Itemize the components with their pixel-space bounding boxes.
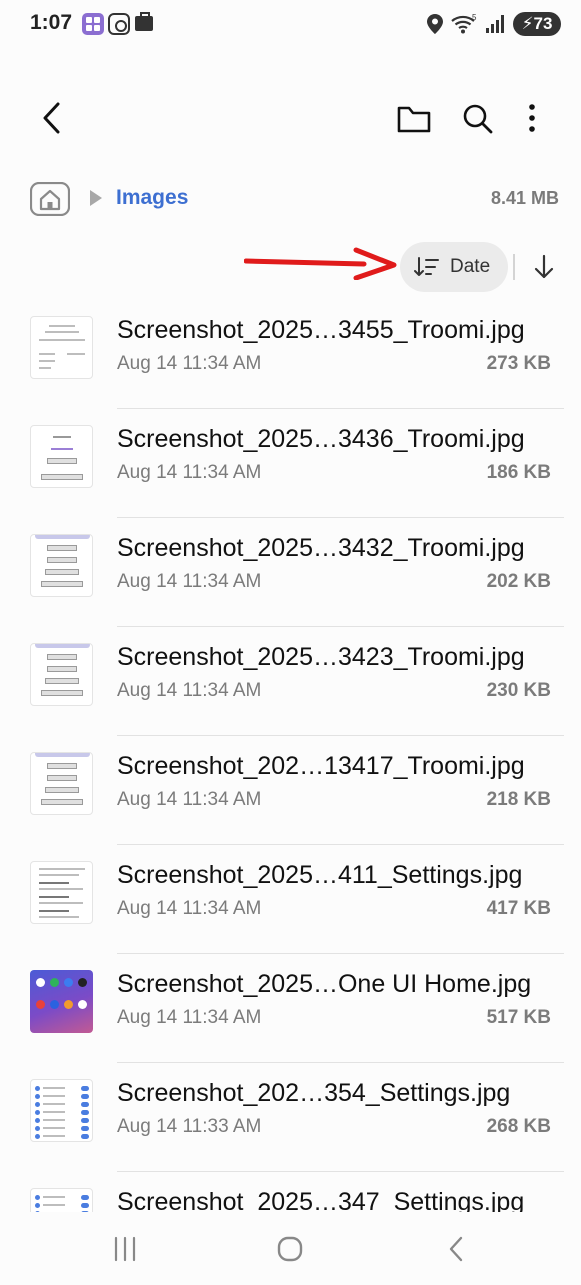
recent-apps-icon[interactable] <box>110 1234 140 1264</box>
sort-divider <box>513 254 515 280</box>
sort-by-button[interactable]: Date <box>400 242 508 292</box>
battery-charging-icon: ⚡73 <box>513 12 561 36</box>
status-bar: 1:07 5 ⚡73 <box>0 0 581 48</box>
back-nav-icon[interactable] <box>442 1234 472 1264</box>
file-list-item[interactable]: Screenshot_202…13417_Troomi.jpg Aug 14 11… <box>0 736 581 845</box>
file-name: Screenshot_202…354_Settings.jpg <box>117 1079 511 1107</box>
annotation-arrow-icon <box>244 247 397 280</box>
file-size: 417 KB <box>486 898 551 919</box>
sort-icon <box>414 257 439 276</box>
file-date: Aug 14 11:34 AM <box>117 462 262 483</box>
wifi-icon: 5 <box>451 13 477 34</box>
file-date: Aug 14 11:34 AM <box>117 898 262 919</box>
file-date: Aug 14 11:33 AM <box>117 1116 262 1137</box>
breadcrumb-separator-icon <box>90 190 102 206</box>
file-size: 273 KB <box>486 353 551 374</box>
status-time: 1:07 <box>30 11 73 34</box>
back-icon[interactable] <box>36 98 72 138</box>
more-options-icon[interactable] <box>514 98 550 138</box>
file-list-item[interactable]: Screenshot_2025…411_Settings.jpg Aug 14 1… <box>0 845 581 954</box>
sort-direction-icon[interactable] <box>530 252 558 282</box>
signal-icon <box>486 15 504 33</box>
file-name: Screenshot_2025…3455_Troomi.jpg <box>117 316 525 344</box>
file-list-item[interactable]: Screenshot_2025…3423_Troomi.jpg Aug 14 11… <box>0 627 581 736</box>
home-nav-icon[interactable] <box>275 1234 305 1264</box>
home-icon[interactable] <box>30 182 70 216</box>
file-size: 202 KB <box>486 571 551 592</box>
file-name: Screenshot_2025…One UI Home.jpg <box>117 970 532 998</box>
location-icon <box>427 14 443 34</box>
file-list-item[interactable]: Screenshot_2025…3455_Troomi.jpg Aug 14 11… <box>0 300 581 409</box>
file-thumbnail <box>30 643 93 706</box>
file-date: Aug 14 11:34 AM <box>117 680 262 701</box>
file-size: 517 KB <box>486 1007 551 1028</box>
file-size: 268 KB <box>486 1116 551 1137</box>
battery-level: 73 <box>533 14 553 33</box>
file-name: Screenshot_202…13417_Troomi.jpg <box>117 752 525 780</box>
file-date: Aug 14 11:34 AM <box>117 571 262 592</box>
sort-label: Date <box>450 256 491 277</box>
file-size: 230 KB <box>486 680 551 701</box>
search-icon[interactable] <box>460 98 496 138</box>
svg-text:5: 5 <box>472 13 477 22</box>
navigation-bar <box>0 1212 581 1285</box>
file-list-item[interactable]: Screenshot_202…354_Settings.jpg Aug 14 11… <box>0 1063 581 1172</box>
file-list: Screenshot_2025…3455_Troomi.jpg Aug 14 11… <box>0 300 581 1281</box>
app-notification-icon <box>82 13 104 35</box>
file-thumbnail <box>30 861 93 924</box>
folder-size: 8.41 MB <box>490 188 559 208</box>
file-name: Screenshot_2025…3423_Troomi.jpg <box>117 643 525 671</box>
file-name: Screenshot_2025…3436_Troomi.jpg <box>117 425 525 453</box>
work-profile-icon <box>135 12 153 31</box>
file-size: 218 KB <box>486 789 551 810</box>
file-thumbnail <box>30 970 93 1033</box>
screen-recorder-icon <box>108 13 130 35</box>
file-thumbnail <box>30 534 93 597</box>
file-thumbnail <box>30 425 93 488</box>
file-list-item[interactable]: Screenshot_2025…3432_Troomi.jpg Aug 14 11… <box>0 518 581 627</box>
file-thumbnail <box>30 1079 93 1142</box>
file-name: Screenshot_2025…411_Settings.jpg <box>117 861 523 889</box>
file-date: Aug 14 11:34 AM <box>117 789 262 810</box>
file-list-item[interactable]: Screenshot_2025…One UI Home.jpg Aug 14 11… <box>0 954 581 1063</box>
file-date: Aug 14 11:34 AM <box>117 1007 262 1028</box>
breadcrumb-current[interactable]: Images <box>116 186 188 210</box>
file-size: 186 KB <box>486 462 551 483</box>
file-date: Aug 14 11:34 AM <box>117 353 262 374</box>
file-thumbnail <box>30 316 93 379</box>
folder-icon[interactable] <box>396 98 432 138</box>
file-name: Screenshot_2025…3432_Troomi.jpg <box>117 534 525 562</box>
file-thumbnail <box>30 752 93 815</box>
file-list-item[interactable]: Screenshot_2025…3436_Troomi.jpg Aug 14 11… <box>0 409 581 518</box>
